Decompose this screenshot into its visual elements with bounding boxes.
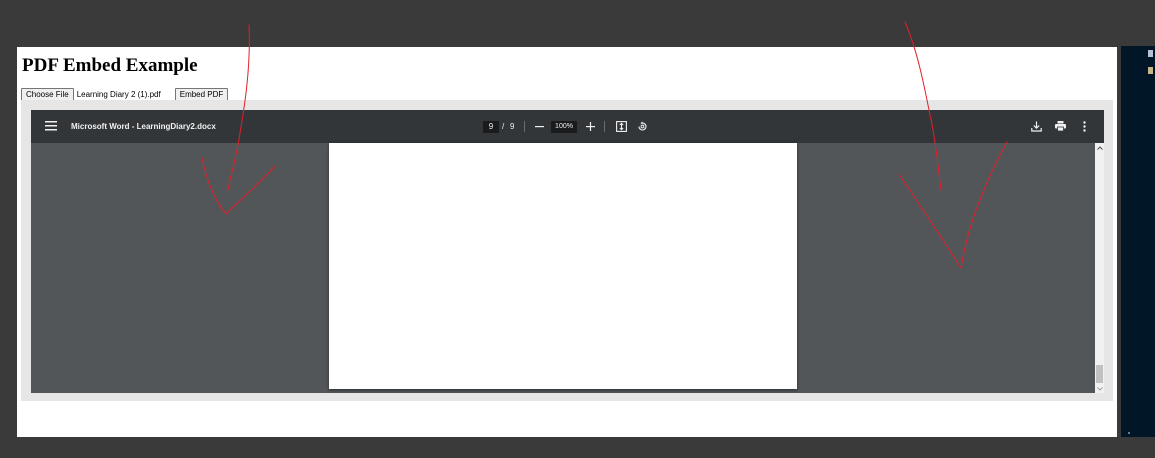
document-title: Microsoft Word - LearningDiary2.docx [71,122,216,131]
page-separator: / [502,122,505,131]
scrollbar[interactable] [1095,143,1104,393]
toolbar-divider [604,121,605,132]
more-vertical-icon[interactable] [1077,119,1091,133]
file-icon[interactable] [1148,50,1153,57]
pdf-toolbar: Microsoft Word - LearningDiary2.docx 9 /… [31,110,1104,143]
fit-page-icon[interactable] [614,119,628,133]
file-icon[interactable] [1148,67,1153,74]
status-dot [1128,432,1130,434]
chevron-down-icon[interactable] [1095,384,1104,393]
pdf-page[interactable] [329,143,797,389]
download-icon[interactable] [1029,119,1043,133]
plus-icon[interactable] [583,119,597,133]
selected-file-name: Learning Diary 2 (1).pdf [76,90,161,99]
toolbar-divider [524,121,525,132]
page-title: PDF Embed Example [22,55,198,76]
web-page: PDF Embed Example Choose File Learning D… [17,47,1117,437]
side-panel [1121,46,1155,437]
page-total: 9 [510,122,515,131]
menu-icon[interactable] [44,119,58,133]
pdf-embed-frame: Microsoft Word - LearningDiary2.docx 9 /… [21,100,1113,401]
zoom-level-input[interactable]: 100% [551,121,577,133]
chevron-up-icon[interactable] [1095,143,1104,152]
rotate-icon[interactable] [635,119,649,133]
minus-icon[interactable] [532,119,546,133]
print-icon[interactable] [1053,119,1067,133]
page-number-input[interactable]: 9 [483,121,499,133]
pdf-viewer[interactable]: Microsoft Word - LearningDiary2.docx 9 /… [31,110,1104,393]
scrollbar-thumb[interactable] [1096,365,1103,383]
